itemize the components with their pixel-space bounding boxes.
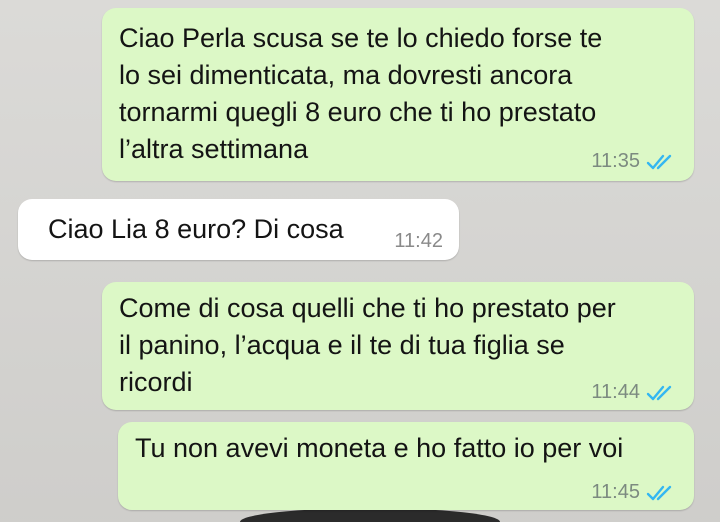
incoming-message-bubble[interactable]: Ciao Lia 8 euro? Di cosa 11:42 xyxy=(18,199,459,260)
double-check-read-icon xyxy=(646,153,674,171)
message-meta: 11:42 xyxy=(394,230,443,253)
message-text: Tu non avevi moneta e ho fatto io per vo… xyxy=(135,433,624,463)
message-meta: 11:44 xyxy=(591,381,674,404)
outgoing-message-bubble[interactable]: Come di cosa quelli che ti ho prestato p… xyxy=(102,282,694,410)
message-time: 11:45 xyxy=(591,481,640,503)
message-meta: 11:45 xyxy=(591,481,674,504)
double-check-read-icon xyxy=(646,484,674,502)
message-time: 11:44 xyxy=(591,381,640,403)
message-text: Ciao Lia 8 euro? Di cosa xyxy=(48,214,344,244)
message-text: Ciao Perla scusa se te lo chiedo forse t… xyxy=(119,23,603,164)
outgoing-message-bubble[interactable]: Ciao Perla scusa se te lo chiedo forse t… xyxy=(102,8,694,181)
double-check-read-icon xyxy=(646,384,674,402)
message-meta: 11:35 xyxy=(591,150,674,173)
message-time: 11:35 xyxy=(591,150,640,172)
outgoing-message-bubble[interactable]: Tu non avevi moneta e ho fatto io per vo… xyxy=(118,422,694,510)
message-time: 11:42 xyxy=(394,230,443,252)
